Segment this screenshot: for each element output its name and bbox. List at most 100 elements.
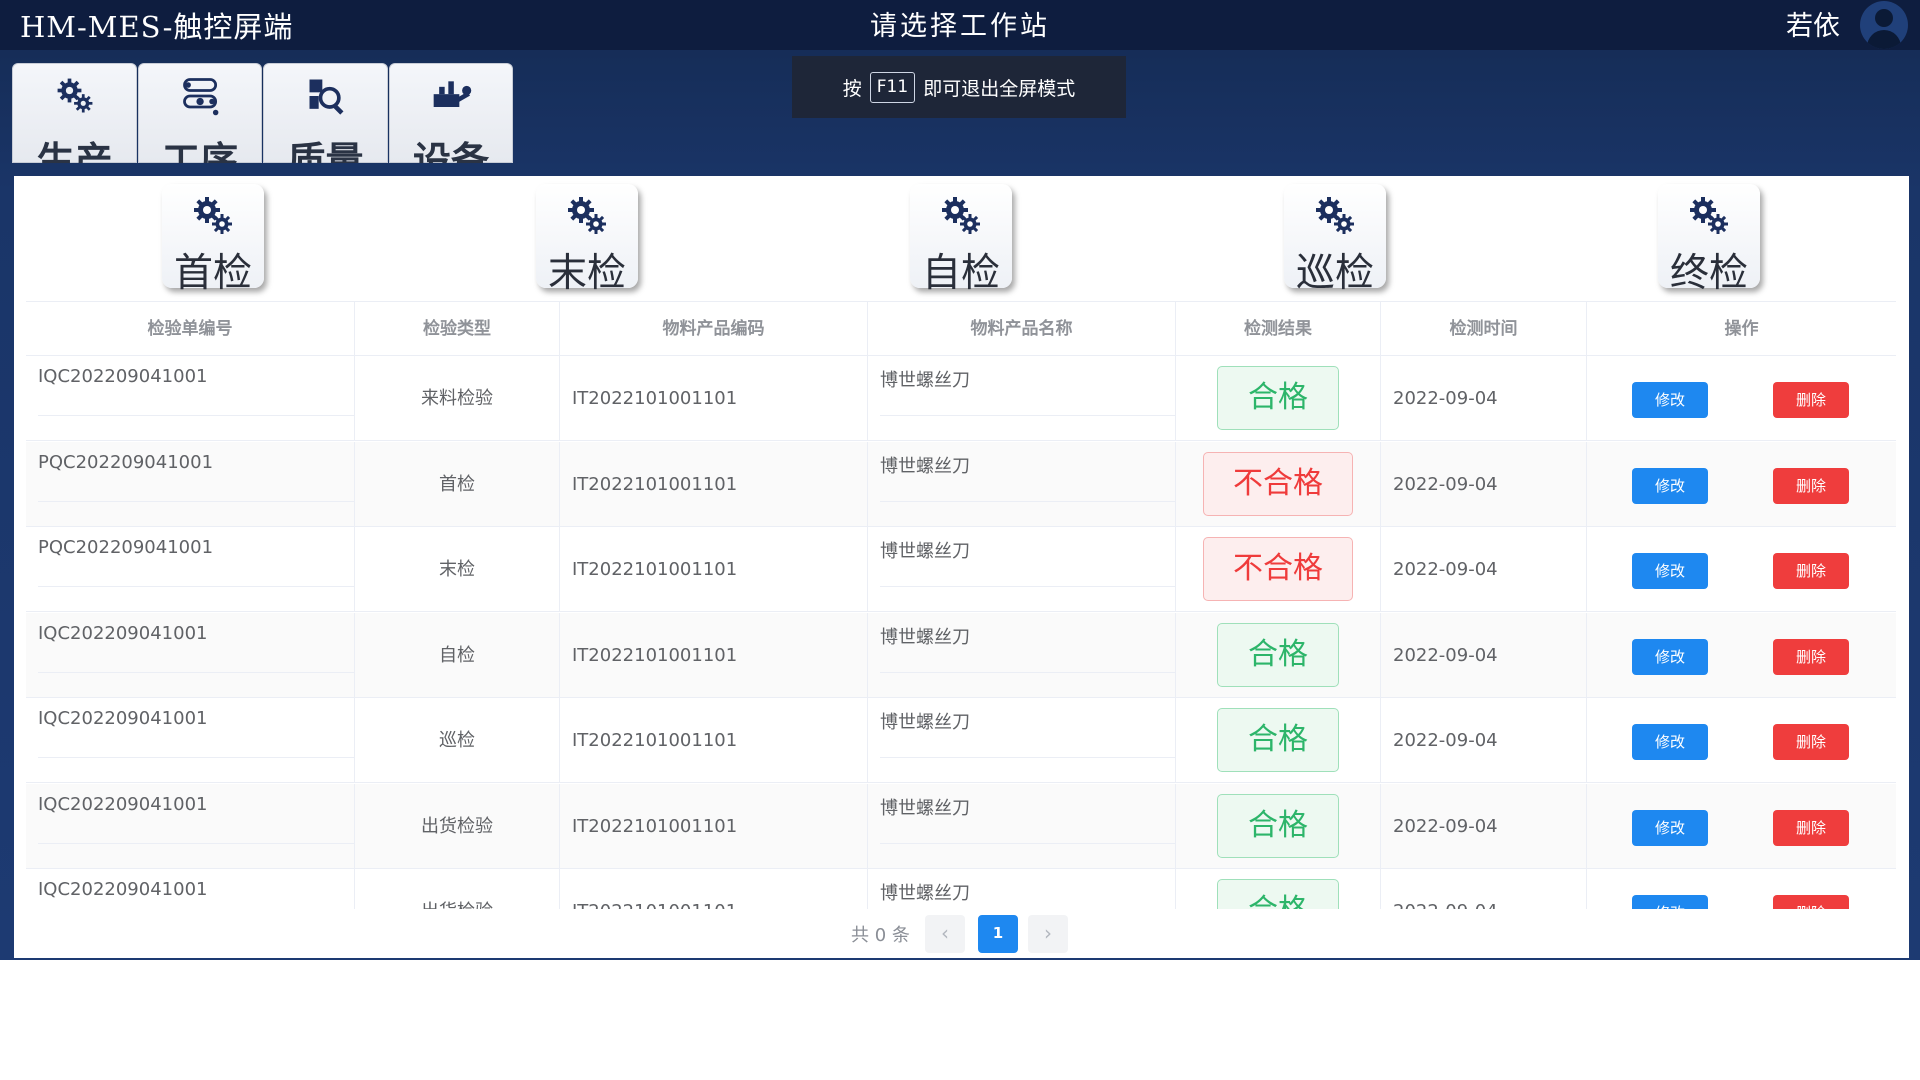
delete-button[interactable]: 删除 xyxy=(1773,553,1849,589)
category-first-inspection[interactable]: 首检 xyxy=(162,184,264,296)
cell-time: 2022-09-04 xyxy=(1381,356,1587,441)
cell-material-code: IT2022101001101 xyxy=(560,527,868,612)
inspection-code: IQC202209041001 xyxy=(38,708,354,758)
cell-material-code: IT2022101001101 xyxy=(560,356,868,441)
category-label: 巡检 xyxy=(1295,251,1374,296)
cell-time: 2022-09-04 xyxy=(1381,698,1587,783)
cell-actions: 修改 删除 xyxy=(1587,356,1896,441)
gears-icon xyxy=(568,197,606,234)
table-row: IQC202209041001 自检 IT2022101001101 博世螺丝刀 合格 2… xyxy=(26,613,1896,698)
nav-tab-production[interactable]: 生产 xyxy=(12,63,137,163)
material-name: 博世螺丝刀 xyxy=(880,623,1175,673)
delete-button[interactable]: 删除 xyxy=(1773,468,1849,504)
cell-inspection-code: PQC202209041001 xyxy=(26,527,355,612)
cell-time: 2022-09-04 xyxy=(1381,613,1587,698)
nav-tab-process[interactable]: 工序 xyxy=(137,63,262,163)
delete-button[interactable]: 删除 xyxy=(1773,895,1849,909)
prev-page-button[interactable]: ‹ xyxy=(925,915,965,953)
gears-icon xyxy=(57,78,93,113)
category-label: 首检 xyxy=(173,251,252,296)
column-header: 检验类型 xyxy=(355,302,560,357)
fullscreen-tip: 按 F11 即可退出全屏模式 xyxy=(792,56,1126,118)
inspection-code: PQC202209041001 xyxy=(38,537,354,587)
table-row: IQC202209041001 巡检 IT2022101001101 博世螺丝刀 合格 2… xyxy=(26,698,1896,783)
edit-button[interactable]: 修改 xyxy=(1632,553,1708,589)
cell-material-name: 博世螺丝刀 xyxy=(868,527,1176,612)
result-badge: 不合格 xyxy=(1203,452,1353,516)
category-label: 末检 xyxy=(547,251,626,296)
gears-icon xyxy=(1690,197,1728,234)
material-name: 博世螺丝刀 xyxy=(880,537,1175,587)
cell-actions: 修改 删除 xyxy=(1587,698,1896,783)
delete-button[interactable]: 删除 xyxy=(1773,810,1849,846)
edit-button[interactable]: 修改 xyxy=(1632,895,1708,909)
cell-actions: 修改 删除 xyxy=(1587,784,1896,869)
edit-button[interactable]: 修改 xyxy=(1632,724,1708,760)
cell-material-code: IT2022101001101 xyxy=(560,784,868,869)
delete-button[interactable]: 删除 xyxy=(1773,724,1849,760)
cell-result: 不合格 xyxy=(1176,527,1381,612)
edit-button[interactable]: 修改 xyxy=(1632,810,1708,846)
edit-button[interactable]: 修改 xyxy=(1632,468,1708,504)
category-label: 自检 xyxy=(921,251,1000,296)
station-selector[interactable]: 请选择工作站 xyxy=(0,4,1920,43)
category-patrol-inspection[interactable]: 巡检 xyxy=(1284,184,1386,296)
cell-material-name: 博世螺丝刀 xyxy=(868,869,1176,909)
cell-material-code: IT2022101001101 xyxy=(560,442,868,527)
cell-result: 合格 xyxy=(1176,613,1381,698)
cell-time: 2022-09-04 xyxy=(1381,527,1587,612)
cell-material-name: 博世螺丝刀 xyxy=(868,442,1176,527)
f11-key: F11 xyxy=(869,71,916,103)
material-name: 博世螺丝刀 xyxy=(880,794,1175,844)
cell-inspection-code: IQC202209041001 xyxy=(26,784,355,869)
cell-material-name: 博世螺丝刀 xyxy=(868,613,1176,698)
table-header: 检验单编号 检验类型 物料产品编码 物料产品名称 检测结果 检测时间 操作 xyxy=(26,301,1896,357)
cell-material-code: IT2022101001101 xyxy=(560,698,868,783)
cell-actions: 修改 删除 xyxy=(1587,613,1896,698)
result-badge: 不合格 xyxy=(1203,537,1353,601)
cell-material-name: 博世螺丝刀 xyxy=(868,784,1176,869)
delete-button[interactable]: 删除 xyxy=(1773,382,1849,418)
material-name: 博世螺丝刀 xyxy=(880,452,1175,502)
inspection-table: 检验单编号 检验类型 物料产品编码 物料产品名称 检测结果 检测时间 操作 IQ… xyxy=(26,301,1896,909)
fullscreen-tip-prefix: 按 xyxy=(842,77,862,100)
app-root: HM-MES-触控屏端 请选择工作站 若依 按 F11 即可退出全屏模式 生产 … xyxy=(0,0,1920,1080)
user-avatar-icon[interactable] xyxy=(1860,1,1908,49)
category-self-inspection[interactable]: 自检 xyxy=(910,184,1012,296)
cell-result: 不合格 xyxy=(1176,442,1381,527)
inspection-panel: 首检 末检 自检 巡检 终检 检验单编号 检验类型 物料产品编码 物料产品名称 … xyxy=(14,176,1909,958)
nav-tab-label: 设备 xyxy=(412,139,489,163)
category-last-inspection[interactable]: 末检 xyxy=(536,184,638,296)
next-page-button[interactable]: › xyxy=(1028,915,1068,953)
cell-inspection-type: 巡检 xyxy=(355,698,560,783)
nav-tab-label: 工序 xyxy=(161,139,238,163)
result-badge: 合格 xyxy=(1217,794,1339,858)
table-row: IQC202209041001出货检验IT2022101001101 博世螺丝刀 合… xyxy=(26,869,1896,909)
delete-button[interactable]: 删除 xyxy=(1773,639,1849,675)
nav-tab-quality[interactable]: 质量 xyxy=(263,63,388,163)
cell-material-name: 博世螺丝刀 xyxy=(868,356,1176,441)
module-nav: 生产 工序 质量 设备 xyxy=(12,63,514,163)
quality-search-icon xyxy=(309,79,344,115)
table-row: PQC202209041001 首检 IT2022101001101 博世螺丝刀 不合格… xyxy=(26,442,1896,527)
edit-button[interactable]: 修改 xyxy=(1632,382,1708,418)
page-button-current[interactable]: 1 xyxy=(978,915,1018,953)
category-final-inspection[interactable]: 终检 xyxy=(1658,184,1760,296)
cell-inspection-code: IQC202209041001 xyxy=(26,698,355,783)
cell-actions: 修改 删除 xyxy=(1587,442,1896,527)
column-header: 操作 xyxy=(1724,319,1759,339)
cell-inspection-code: PQC202209041001 xyxy=(26,442,355,527)
nav-tab-equipment[interactable]: 设备 xyxy=(388,63,513,163)
gears-icon xyxy=(1316,197,1354,234)
pagination-total: 共 0 条 xyxy=(851,925,910,946)
cell-actions: 修改 删除 xyxy=(1587,869,1896,909)
inspection-code: IQC202209041001 xyxy=(38,879,354,909)
cell-inspection-type: 自检 xyxy=(355,613,560,698)
edit-button[interactable]: 修改 xyxy=(1632,639,1708,675)
user-name[interactable]: 若依 xyxy=(1786,4,1840,43)
table-row: PQC202209041001 末检 IT2022101001101 博世螺丝刀 不合格… xyxy=(26,527,1896,612)
cell-inspection-type: 出货检验 xyxy=(355,784,560,869)
cell-time: 2022-09-04 xyxy=(1381,869,1587,909)
column-header: 检验单编号 xyxy=(26,302,355,357)
column-header: 检测时间 xyxy=(1381,302,1587,357)
